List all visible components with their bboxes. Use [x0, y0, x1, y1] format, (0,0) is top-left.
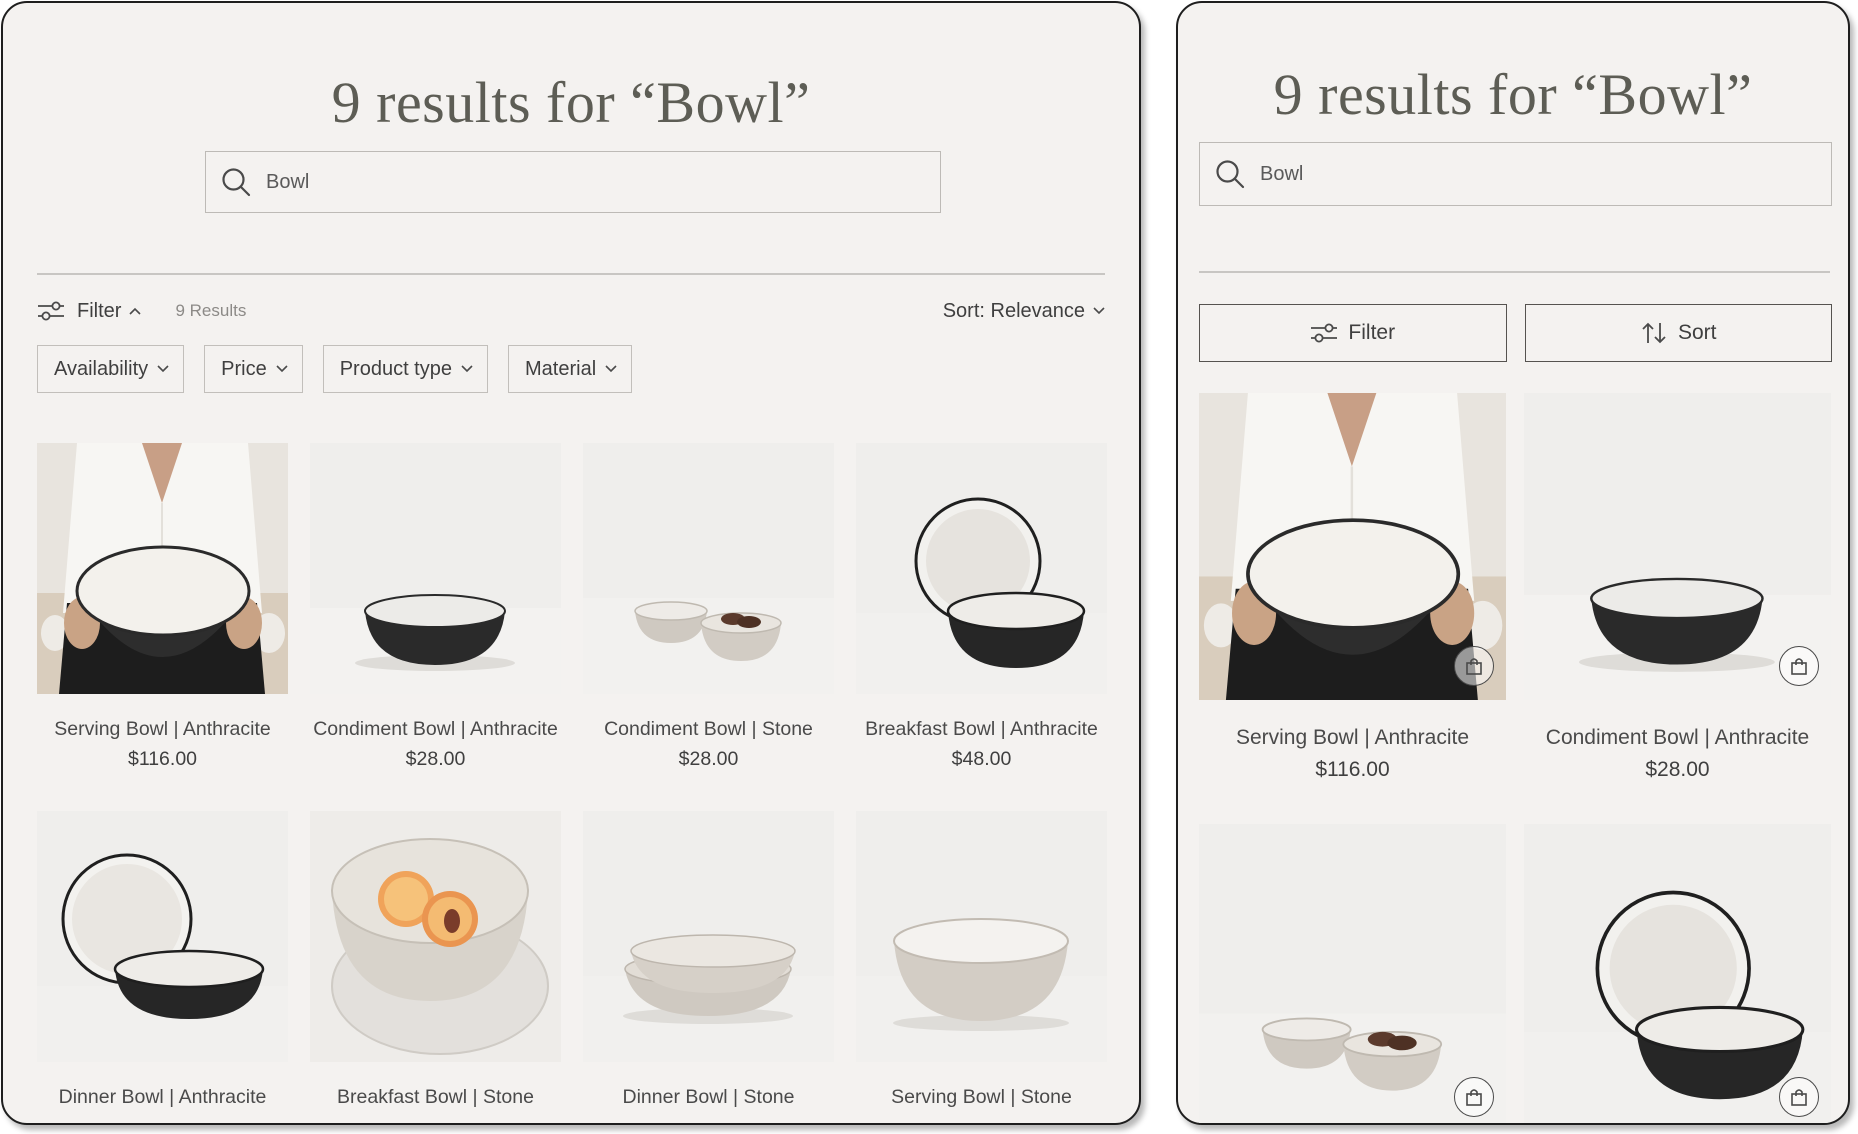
product-image[interactable] — [583, 811, 834, 1062]
product-image[interactable] — [37, 443, 288, 694]
facet-filters: Availability Price Product type Material — [37, 345, 633, 393]
product-name[interactable]: Serving Bowl | Anthracite — [1236, 726, 1469, 750]
filter-toggle-button[interactable]: Filter — [37, 300, 153, 323]
product-name[interactable]: Condiment Bowl | Anthracite — [1546, 726, 1809, 750]
facet-label: Price — [221, 357, 267, 380]
sort-dropdown[interactable]: Sort: Relevance — [943, 300, 1105, 323]
divider — [1199, 271, 1830, 273]
product-card[interactable]: Condiment Bowl | Anthracite $28.00 — [1524, 393, 1831, 782]
search-icon — [222, 168, 251, 197]
facet-label: Product type — [339, 357, 452, 380]
facet-product-type[interactable]: Product type — [322, 345, 488, 393]
product-name[interactable]: Serving Bowl | Stone — [891, 1086, 1072, 1109]
facet-price[interactable]: Price — [204, 345, 303, 393]
sort-arrows-icon — [1642, 322, 1666, 344]
page-title: 9 results for “Bowl” — [1273, 62, 1753, 127]
chevron-down-icon — [605, 365, 617, 373]
product-card[interactable]: Serving Bowl | Anthracite $116.00 — [37, 443, 288, 771]
shopping-bag-icon — [1466, 658, 1482, 675]
product-card[interactable]: Dinner Bowl | Stone — [583, 811, 834, 1109]
product-image[interactable] — [310, 811, 561, 1062]
sort-label: Sort: Relevance — [942, 299, 1085, 322]
product-price: $28.00 — [1645, 758, 1710, 781]
product-card[interactable]: Breakfast Bowl | Stone — [310, 811, 561, 1109]
product-card[interactable]: Dinner Bowl | Anthracite — [37, 811, 288, 1109]
search-input[interactable]: Bowl — [205, 151, 941, 213]
mobile-search-page: 9 results for “Bowl” Bowl Filter Sort Se… — [1176, 1, 1850, 1125]
chevron-down-icon — [461, 365, 473, 373]
product-price: $116.00 — [1315, 758, 1390, 781]
product-name[interactable]: Dinner Bowl | Stone — [623, 1086, 795, 1109]
filter-button-label: Filter — [1348, 321, 1396, 344]
search-value: Bowl — [266, 170, 310, 193]
sliders-icon — [38, 301, 64, 321]
product-grid: Serving Bowl | Anthracite $116.00 Condim… — [37, 443, 1107, 1109]
results-count: 9 Results — [175, 301, 247, 320]
quick-add-button[interactable] — [1779, 646, 1819, 686]
filter-label: Filter — [77, 299, 122, 322]
product-image[interactable] — [1524, 393, 1831, 700]
facet-label: Material — [525, 357, 597, 380]
search-value: Bowl — [1260, 162, 1304, 185]
product-name[interactable]: Breakfast Bowl | Stone — [337, 1086, 534, 1109]
quick-add-button[interactable] — [1454, 646, 1494, 686]
chevron-down-icon — [1093, 307, 1105, 315]
product-card[interactable] — [1524, 824, 1831, 1123]
quick-add-button[interactable] — [1779, 1077, 1819, 1117]
product-card[interactable]: Breakfast Bowl | Anthracite $48.00 — [856, 443, 1107, 771]
sort-button-label: Sort — [1677, 321, 1717, 344]
quick-add-button[interactable] — [1454, 1077, 1494, 1117]
mobile-action-buttons: Filter Sort — [1199, 304, 1832, 362]
product-price: $28.00 — [678, 748, 739, 770]
shopping-bag-icon — [1791, 658, 1807, 675]
product-image[interactable] — [310, 443, 561, 694]
product-name[interactable]: Condiment Bowl | Anthracite — [313, 718, 558, 741]
facet-material[interactable]: Material — [508, 345, 633, 393]
product-card[interactable]: Condiment Bowl | Stone $28.00 — [583, 443, 834, 771]
facet-label: Availability — [54, 357, 149, 380]
product-name[interactable]: Dinner Bowl | Anthracite — [59, 1086, 267, 1109]
product-image[interactable] — [37, 811, 288, 1062]
product-name[interactable]: Condiment Bowl | Stone — [604, 718, 813, 741]
desktop-search-page: 9 results for “Bowl” Bowl Filter 9 Resul… — [1, 1, 1141, 1125]
filter-button[interactable]: Filter — [1199, 304, 1507, 362]
product-price: $48.00 — [951, 748, 1012, 770]
results-toolbar: Filter 9 Results Sort: Relevance — [37, 295, 1105, 327]
product-image[interactable] — [1524, 824, 1831, 1123]
product-card[interactable]: Serving Bowl | Stone — [856, 811, 1107, 1109]
product-card[interactable] — [1199, 824, 1506, 1123]
search-input[interactable]: Bowl — [1199, 142, 1832, 206]
shopping-bag-icon — [1791, 1089, 1807, 1106]
chevron-down-icon — [157, 365, 169, 373]
sliders-icon — [1311, 323, 1338, 343]
shopping-bag-icon — [1466, 1089, 1482, 1106]
chevron-up-icon — [129, 307, 142, 315]
product-image[interactable] — [1199, 824, 1506, 1123]
product-image[interactable] — [1199, 393, 1506, 700]
product-grid: Serving Bowl | Anthracite $116.00 Condim… — [1199, 393, 1831, 1123]
product-image[interactable] — [856, 811, 1107, 1062]
product-image[interactable] — [856, 443, 1107, 694]
product-price: $28.00 — [405, 748, 466, 770]
page-title: 9 results for “Bowl” — [331, 70, 811, 135]
divider — [37, 273, 1105, 275]
product-card[interactable]: Serving Bowl | Anthracite $116.00 — [1199, 393, 1506, 782]
product-name[interactable]: Breakfast Bowl | Anthracite — [865, 718, 1098, 741]
product-image[interactable] — [583, 443, 834, 694]
sort-button[interactable]: Sort — [1524, 304, 1832, 362]
chevron-down-icon — [276, 365, 288, 373]
product-name[interactable]: Serving Bowl | Anthracite — [54, 718, 270, 741]
facet-availability[interactable]: Availability — [37, 345, 185, 393]
product-card[interactable]: Condiment Bowl | Anthracite $28.00 — [310, 443, 561, 771]
product-price: $116.00 — [127, 748, 198, 770]
search-icon — [1216, 160, 1245, 189]
